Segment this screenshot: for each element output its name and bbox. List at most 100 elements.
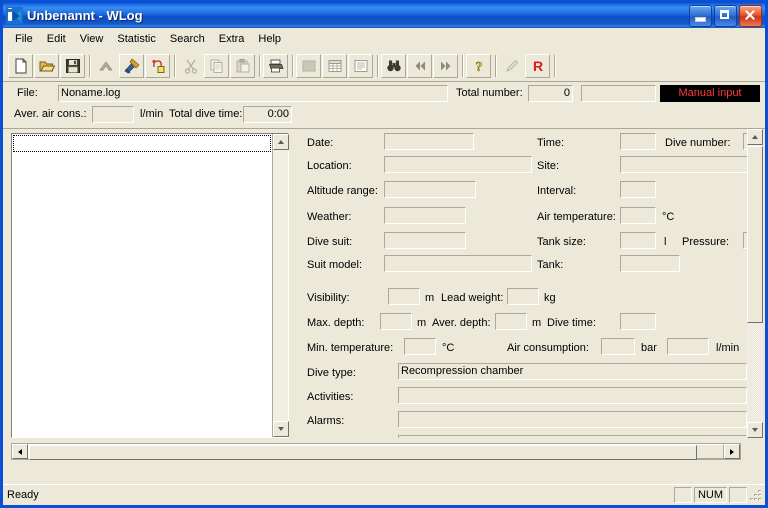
menu-item-view[interactable]: View xyxy=(73,30,111,48)
activities-field[interactable] xyxy=(398,387,747,404)
tools-hammer-button[interactable] xyxy=(119,53,144,78)
interval-field[interactable] xyxy=(620,181,656,198)
manual-input-badge: Manual input xyxy=(660,85,760,102)
horizontal-scrollbar[interactable] xyxy=(11,443,741,460)
air-consumption-lmin-field[interactable] xyxy=(667,338,709,355)
total-dive-time-label: Total dive time: xyxy=(169,108,243,120)
site-label: Site: xyxy=(537,160,560,172)
air-consumption-label: Air consumption: xyxy=(507,342,589,354)
toolbar: ? R xyxy=(3,50,765,82)
binoculars-find-button[interactable] xyxy=(381,53,406,78)
total-dive-time-field: 0:00 xyxy=(243,106,292,123)
print-button[interactable] xyxy=(263,53,288,78)
toolbar-separator xyxy=(374,54,381,77)
lead-weight-field[interactable] xyxy=(507,288,539,305)
date-field[interactable] xyxy=(384,133,474,150)
list-item[interactable] xyxy=(13,135,271,152)
interval-label: Interval: xyxy=(537,185,577,197)
min-temperature-unit: °C xyxy=(442,342,455,354)
menu-item-edit[interactable]: Edit xyxy=(40,30,73,48)
form-scroll-track[interactable] xyxy=(747,323,763,422)
max-depth-field[interactable] xyxy=(380,313,412,330)
toolbar-separator xyxy=(459,54,466,77)
scroll-up-button[interactable] xyxy=(273,134,289,150)
scroll-down-button[interactable] xyxy=(273,421,289,437)
min-temperature-label: Min. temperature: xyxy=(307,342,394,354)
alarms-label: Alarms: xyxy=(307,415,345,427)
suit-model-field[interactable] xyxy=(384,255,532,272)
horizontal-scroll-thumb[interactable] xyxy=(29,445,697,460)
client-area: Date: Time: Dive number: Location: Site: xyxy=(3,129,765,484)
cut-scissors-button xyxy=(178,54,203,78)
menu-item-statistic[interactable]: Statistic xyxy=(110,30,163,48)
visibility-field[interactable] xyxy=(388,288,420,305)
resize-grip-icon[interactable] xyxy=(749,488,763,502)
dive-list-scrollbar[interactable] xyxy=(272,134,289,437)
status-pane-empty-2 xyxy=(729,487,747,503)
link-node-button[interactable] xyxy=(145,53,170,78)
title-bar: Unbenannt - WLog xyxy=(3,3,765,28)
open-folder-button[interactable] xyxy=(34,53,59,78)
scroll-right-button[interactable] xyxy=(724,444,740,459)
altitude-range-field[interactable] xyxy=(384,181,476,198)
form-scroll-up-button[interactable] xyxy=(747,129,763,145)
menu-item-search[interactable]: Search xyxy=(163,30,212,48)
toolbar-separator xyxy=(256,54,263,77)
status-pane-empty-1 xyxy=(673,487,692,503)
menu-item-help[interactable]: Help xyxy=(251,30,288,48)
air-temperature-unit: °C xyxy=(662,211,675,223)
location-field[interactable] xyxy=(384,156,532,173)
r-register-button[interactable]: R xyxy=(525,53,550,78)
status-pane-num: NUM xyxy=(693,487,727,503)
scuba-diver-icon xyxy=(6,7,23,24)
toolbar-separator xyxy=(171,54,178,77)
time-field[interactable] xyxy=(620,133,656,150)
dive-time-field[interactable] xyxy=(620,313,656,330)
weather-field[interactable] xyxy=(384,207,466,224)
suit-model-label: Suit model: xyxy=(307,259,363,271)
window-title-separator: - xyxy=(94,8,107,23)
lead-weight-unit: kg xyxy=(544,292,556,304)
help-question-button[interactable]: ? xyxy=(466,53,491,78)
site-field[interactable] xyxy=(620,156,747,173)
air-temperature-label: Air temperature: xyxy=(537,211,616,223)
form-scrollbar[interactable] xyxy=(747,129,763,438)
dive-type-field[interactable]: Recompression chamber xyxy=(398,363,747,380)
menu-item-file[interactable]: File xyxy=(8,30,40,48)
menu-item-extra[interactable]: Extra xyxy=(212,30,252,48)
maximize-button[interactable] xyxy=(714,5,737,27)
aver-depth-unit: m xyxy=(532,317,542,329)
aver-air-cons-unit: l/min xyxy=(140,108,164,120)
date-label: Date: xyxy=(307,137,334,149)
new-document-button[interactable] xyxy=(8,53,33,78)
close-button[interactable] xyxy=(739,5,762,27)
form-scroll-down-button[interactable] xyxy=(747,422,763,438)
file-label: File: xyxy=(17,87,38,99)
alarms-field[interactable] xyxy=(398,411,747,428)
buddies-field[interactable] xyxy=(398,435,747,438)
dive-list-panel[interactable] xyxy=(11,133,289,438)
scroll-left-button[interactable] xyxy=(12,444,28,459)
menu-bar: File Edit View Statistic Search Extra He… xyxy=(3,28,765,50)
max-depth-label: Max. depth: xyxy=(307,317,365,329)
save-floppy-button[interactable] xyxy=(60,53,85,78)
minimize-button[interactable] xyxy=(689,5,712,27)
dive-suit-field[interactable] xyxy=(384,232,466,249)
aver-depth-field[interactable] xyxy=(495,313,527,330)
dive-list[interactable] xyxy=(12,134,272,437)
min-temperature-field[interactable] xyxy=(404,338,436,355)
tank-field[interactable] xyxy=(620,255,680,272)
horizontal-scroll-track[interactable] xyxy=(28,444,724,460)
air-temperature-field[interactable] xyxy=(620,207,656,224)
form-scroll-thumb[interactable] xyxy=(747,146,763,323)
pencil-edit-button xyxy=(499,54,524,78)
previous-double-arrow-button[interactable] xyxy=(407,53,432,78)
file-path-field[interactable]: Noname.log xyxy=(58,85,448,102)
svg-text:R: R xyxy=(532,58,542,74)
aver-depth-label: Aver. depth: xyxy=(432,317,491,329)
status-bar: Ready NUM xyxy=(3,484,765,505)
air-consumption-bar-field[interactable] xyxy=(601,338,635,355)
tank-size-field[interactable] xyxy=(620,232,656,249)
next-double-arrow-button[interactable] xyxy=(433,53,458,78)
activities-label: Activities: xyxy=(307,391,354,403)
